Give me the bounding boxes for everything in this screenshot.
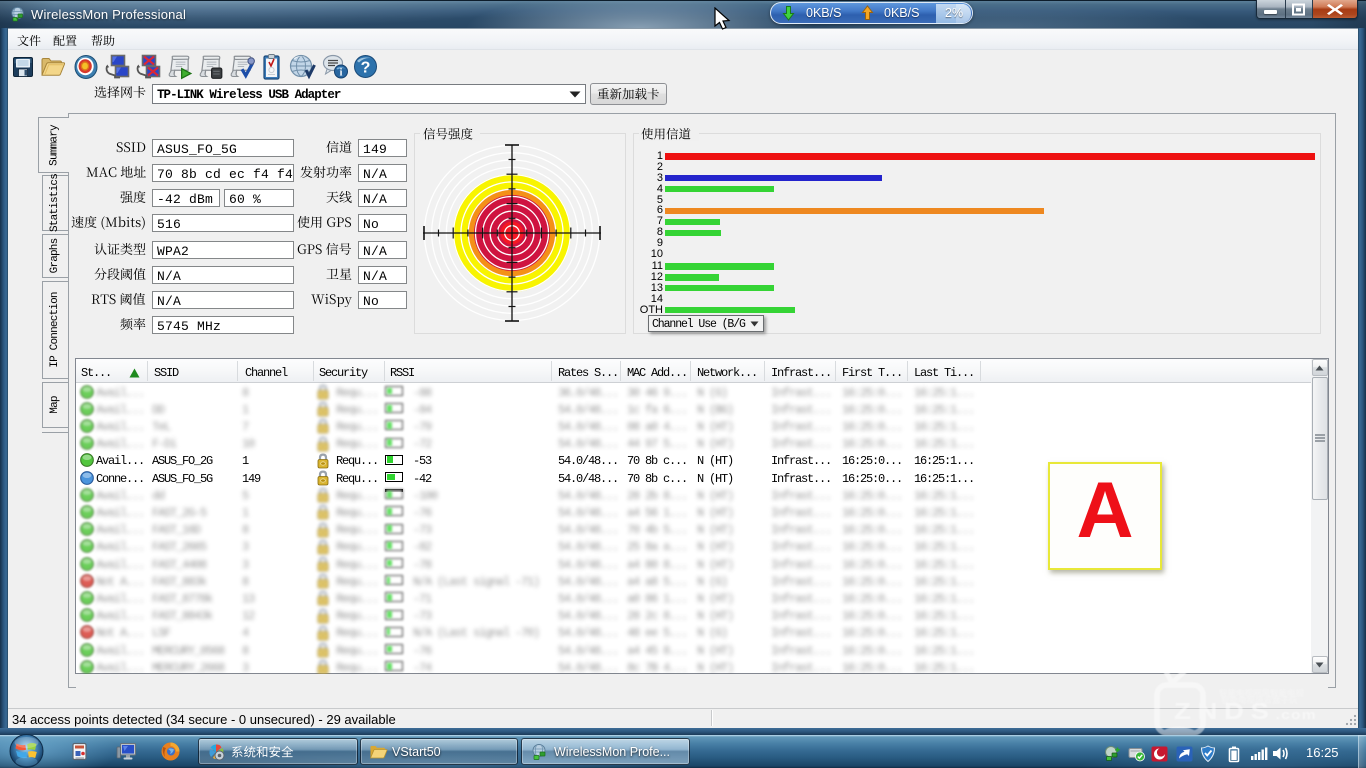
svg-text:i: i: [340, 68, 343, 79]
svg-text:?: ?: [361, 60, 371, 77]
